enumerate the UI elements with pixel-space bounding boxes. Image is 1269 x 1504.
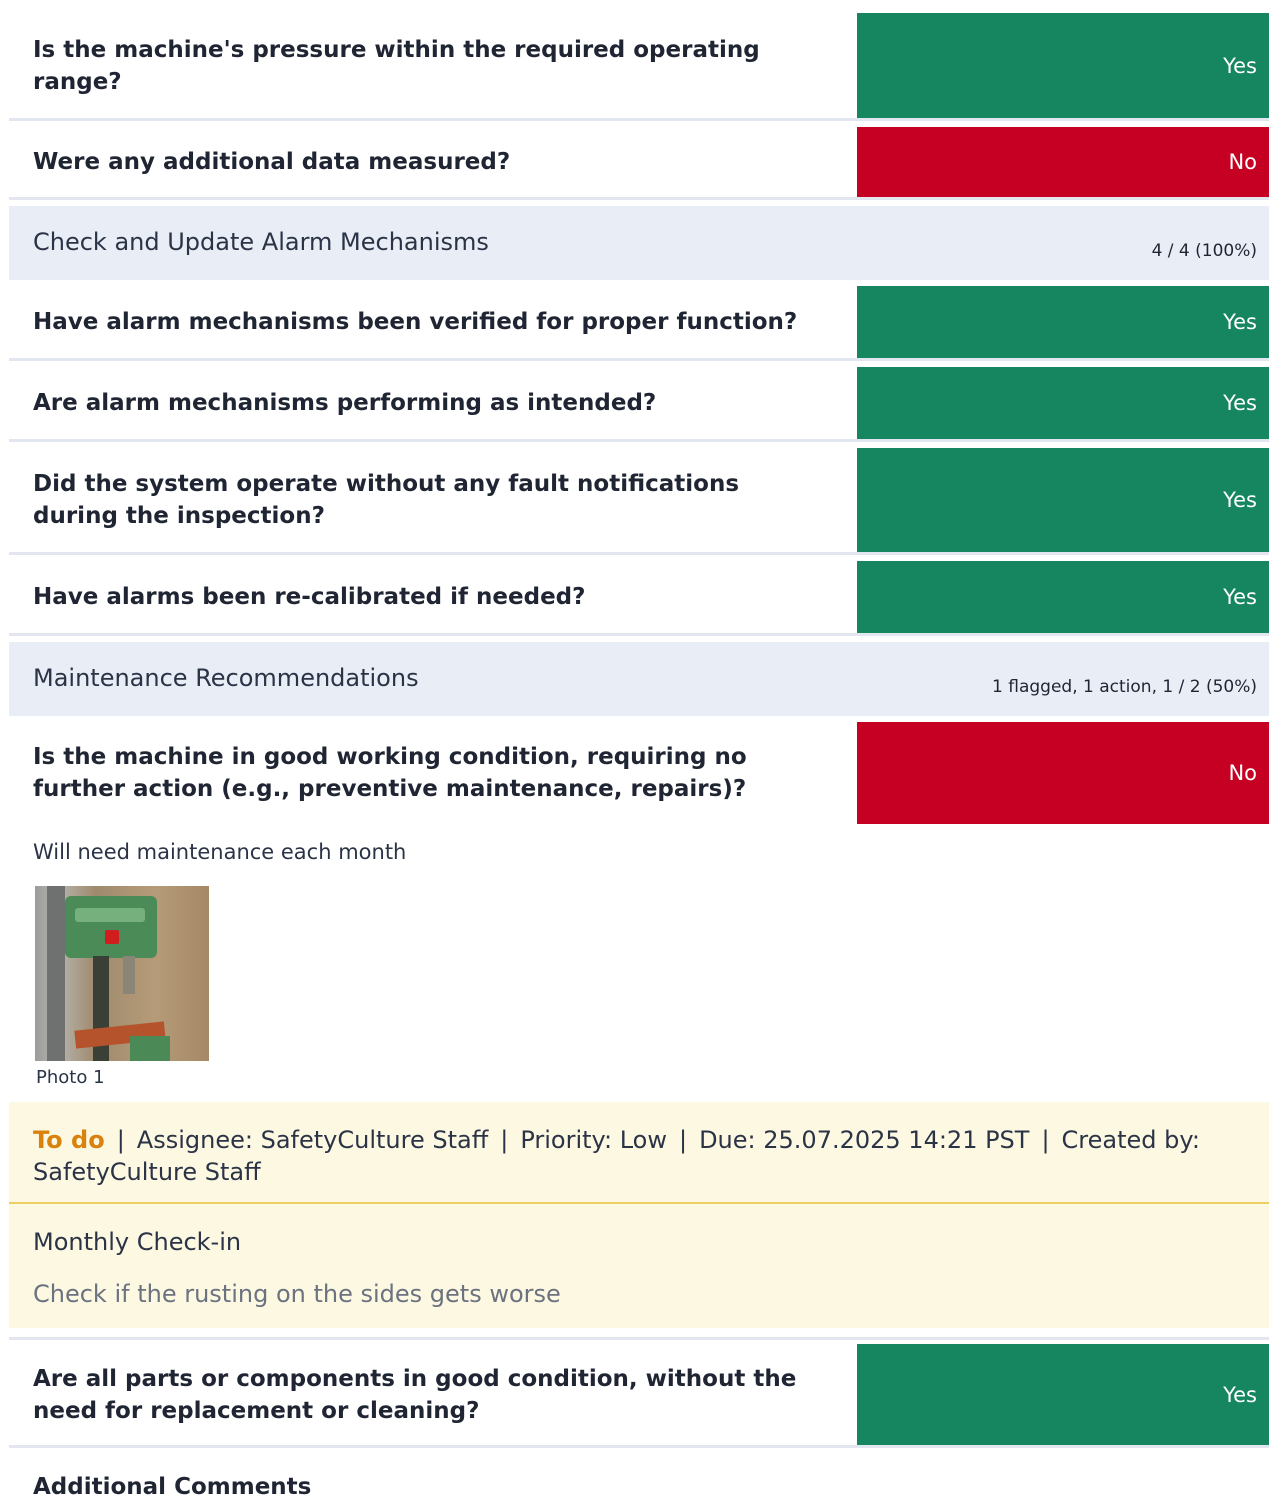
photo-attachment[interactable]: [9, 864, 1269, 1061]
action-title: Monthly Check-in: [33, 1228, 242, 1256]
inspection-report: Is the machine's pressure within the req…: [9, 0, 1269, 1500]
answer-yes: Yes: [857, 286, 1269, 358]
section-title: Check and Update Alarm Mechanisms: [33, 228, 489, 256]
question-text: Did the system operate without any fault…: [33, 471, 740, 529]
action-card[interactable]: To do | Assignee: SafetyCulture Staff | Prio…: [9, 1102, 1269, 1328]
answer-yes: Yes: [857, 13, 1269, 118]
separator: |: [1041, 1126, 1050, 1154]
question-text: Have alarm mechanisms been verified for …: [33, 309, 798, 335]
question-text: Were any additional data measured?: [33, 149, 511, 175]
answer-yes: Yes: [857, 367, 1269, 439]
question-text: Is the machine in good working condition…: [33, 744, 747, 802]
answer-yes: Yes: [857, 448, 1269, 552]
section-score: 1 flagged, 1 action, 1 / 2 (50%): [992, 677, 1257, 697]
divider: [9, 1337, 1269, 1340]
section-header: Check and Update Alarm Mechanisms 4 / 4 …: [9, 206, 1269, 280]
question-row: Is the machine in good working condition…: [9, 722, 1269, 824]
separator: |: [116, 1126, 125, 1154]
question-text: Have alarms been re-calibrated if needed…: [33, 584, 586, 610]
question-row: Did the system operate without any fault…: [9, 448, 1269, 555]
action-priority: Priority: Low: [520, 1126, 667, 1154]
answer-no: No: [857, 722, 1269, 824]
section-header: Maintenance Recommendations 1 flagged, 1…: [9, 642, 1269, 716]
answer-no: No: [857, 127, 1269, 197]
action-assignee: Assignee: SafetyCulture Staff: [136, 1126, 489, 1154]
question-row: Are alarm mechanisms performing as inten…: [9, 367, 1269, 442]
separator: |: [678, 1126, 688, 1154]
action-due: Due: 25.07.2025 14:21 PST: [699, 1126, 1030, 1154]
additional-comments-heading: Additional Comments: [33, 1474, 312, 1500]
question-text: Are all parts or components in good cond…: [33, 1365, 797, 1424]
question-row: Are all parts or components in good cond…: [9, 1344, 1269, 1448]
action-description: Check if the rusting on the sides gets w…: [33, 1280, 561, 1308]
action-meta: To do | Assignee: SafetyCulture Staff | Prio…: [9, 1102, 1269, 1204]
drill-press-photo[interactable]: [35, 886, 209, 1061]
question-row: Have alarm mechanisms been verified for …: [9, 286, 1269, 361]
question-text: Is the machine's pressure within the req…: [33, 36, 760, 95]
answer-yes: Yes: [857, 1344, 1269, 1445]
question-row: Have alarms been re-calibrated if needed…: [9, 561, 1269, 636]
question-row: Were any additional data measured? No: [9, 127, 1269, 200]
action-status: To do: [33, 1126, 105, 1154]
photo-caption: Photo 1: [36, 1067, 105, 1088]
answer-yes: Yes: [857, 561, 1269, 633]
section-title: Maintenance Recommendations: [33, 664, 419, 692]
separator: |: [500, 1126, 509, 1154]
section-score: 4 / 4 (100%): [1151, 241, 1257, 261]
question-row: Is the machine's pressure within the req…: [9, 13, 1269, 121]
question-note: Will need maintenance each month: [33, 840, 407, 864]
question-text: Are alarm mechanisms performing as inten…: [33, 390, 657, 416]
